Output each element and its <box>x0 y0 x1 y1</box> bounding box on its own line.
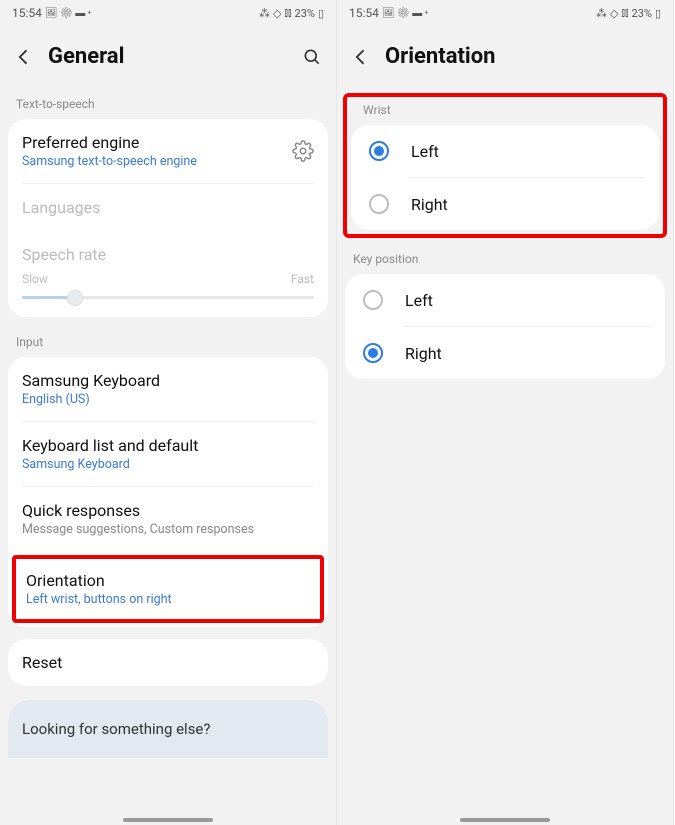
radio-wrist-right[interactable]: Right <box>351 178 659 230</box>
row-sub: English (US) <box>22 392 314 407</box>
row-speech-rate: Speech rate <box>8 231 328 268</box>
radio-icon <box>363 290 383 310</box>
section-header-wrist: Wrist <box>347 97 663 125</box>
speech-rate-slider <box>8 296 328 317</box>
card-keypos: Left Right <box>345 274 665 379</box>
radio-label: Right <box>411 195 448 214</box>
section-header-keypos: Key position <box>337 246 673 274</box>
status-signal-icon: ⫾⫾ <box>284 6 291 20</box>
row-samsung-keyboard[interactable]: Samsung Keyboard English (US) <box>8 357 328 421</box>
status-wifi-icon: ◇ <box>610 7 618 20</box>
status-left-icons: 🖼 ⚙ ▬ • <box>382 8 428 19</box>
statusbar: 15:54 🖼 ⚙ ▬ • ⁂ ◇ ⫾⫾ 23% ▯ <box>337 0 673 26</box>
row-preferred-engine[interactable]: Preferred engine Samsung text-to-speech … <box>8 119 328 183</box>
home-indicator[interactable] <box>460 818 550 822</box>
row-languages: Languages <box>8 184 328 231</box>
footer-help[interactable]: Looking for something else? <box>8 700 328 758</box>
screen-general: 15:54 🖼 ⚙ ▬ • ⁂ ◇ ⫾⫾ 23% ▯ General Text-… <box>0 0 337 825</box>
row-sub: Samsung Keyboard <box>22 457 314 472</box>
status-time: 15:54 <box>12 6 42 20</box>
titlebar: General <box>0 26 336 91</box>
row-title: Orientation <box>26 571 310 590</box>
page-title: General <box>48 44 288 69</box>
row-keyboard-list[interactable]: Keyboard list and default Samsung Keyboa… <box>8 422 328 486</box>
footer-text: Looking for something else? <box>22 720 210 738</box>
status-signal-icon: ⫾⫾ <box>621 6 628 20</box>
status-battery: 23% <box>295 7 315 20</box>
row-quick-responses[interactable]: Quick responses Message suggestions, Cus… <box>8 487 328 551</box>
section-header-tts: Text-to-speech <box>0 91 336 119</box>
row-title: Speech rate <box>22 245 314 264</box>
radio-label: Left <box>411 142 439 161</box>
slider-slow-label: Slow <box>22 272 48 286</box>
battery-icon: ▯ <box>655 7 661 20</box>
status-battery: 23% <box>632 7 652 20</box>
radio-keypos-left[interactable]: Left <box>345 274 665 326</box>
row-sub: Left wrist, buttons on right <box>26 592 310 607</box>
row-title: Keyboard list and default <box>22 436 314 455</box>
row-reset[interactable]: Reset <box>8 639 328 686</box>
row-sub: Message suggestions, Custom responses <box>22 522 314 537</box>
row-title: Languages <box>22 198 314 217</box>
radio-icon <box>369 194 389 214</box>
radio-keypos-right[interactable]: Right <box>345 327 665 379</box>
status-bt-icon: ⁂ <box>596 7 607 20</box>
section-header-input: Input <box>0 329 336 357</box>
battery-icon: ▯ <box>318 7 324 20</box>
radio-label: Right <box>405 344 442 363</box>
page-title: Orientation <box>385 44 659 69</box>
gear-icon[interactable] <box>292 140 314 162</box>
row-orientation[interactable]: Orientation Left wrist, buttons on right <box>12 555 324 623</box>
card-input: Samsung Keyboard English (US) Keyboard l… <box>8 357 328 627</box>
screen-orientation: 15:54 🖼 ⚙ ▬ • ⁂ ◇ ⫾⫾ 23% ▯ Orientation W… <box>337 0 674 825</box>
status-wifi-icon: ◇ <box>273 7 281 20</box>
row-title: Preferred engine <box>22 133 282 152</box>
slider-fast-label: Fast <box>291 272 314 286</box>
card-tts: Preferred engine Samsung text-to-speech … <box>8 119 328 317</box>
radio-wrist-left[interactable]: Left <box>351 125 659 177</box>
slider-labels: Slow Fast <box>8 268 328 286</box>
back-icon[interactable] <box>14 47 34 67</box>
statusbar: 15:54 🖼 ⚙ ▬ • ⁂ ◇ ⫾⫾ 23% ▯ <box>0 0 336 26</box>
status-left-icons: 🖼 ⚙ ▬ • <box>45 8 91 19</box>
search-icon[interactable] <box>302 47 322 67</box>
row-title: Quick responses <box>22 501 314 520</box>
back-icon[interactable] <box>351 47 371 67</box>
titlebar: Orientation <box>337 26 673 91</box>
highlight-wrist-section: Wrist Left Right <box>343 93 667 238</box>
radio-label: Left <box>405 291 433 310</box>
home-indicator[interactable] <box>123 818 213 822</box>
row-title: Reset <box>22 653 314 672</box>
radio-icon <box>363 343 383 363</box>
row-sub: Samsung text-to-speech engine <box>22 154 282 169</box>
radio-icon <box>369 141 389 161</box>
status-time: 15:54 <box>349 6 379 20</box>
row-title: Samsung Keyboard <box>22 371 314 390</box>
status-bt-icon: ⁂ <box>259 7 270 20</box>
card-reset: Reset <box>8 639 328 686</box>
card-wrist: Left Right <box>351 125 659 230</box>
